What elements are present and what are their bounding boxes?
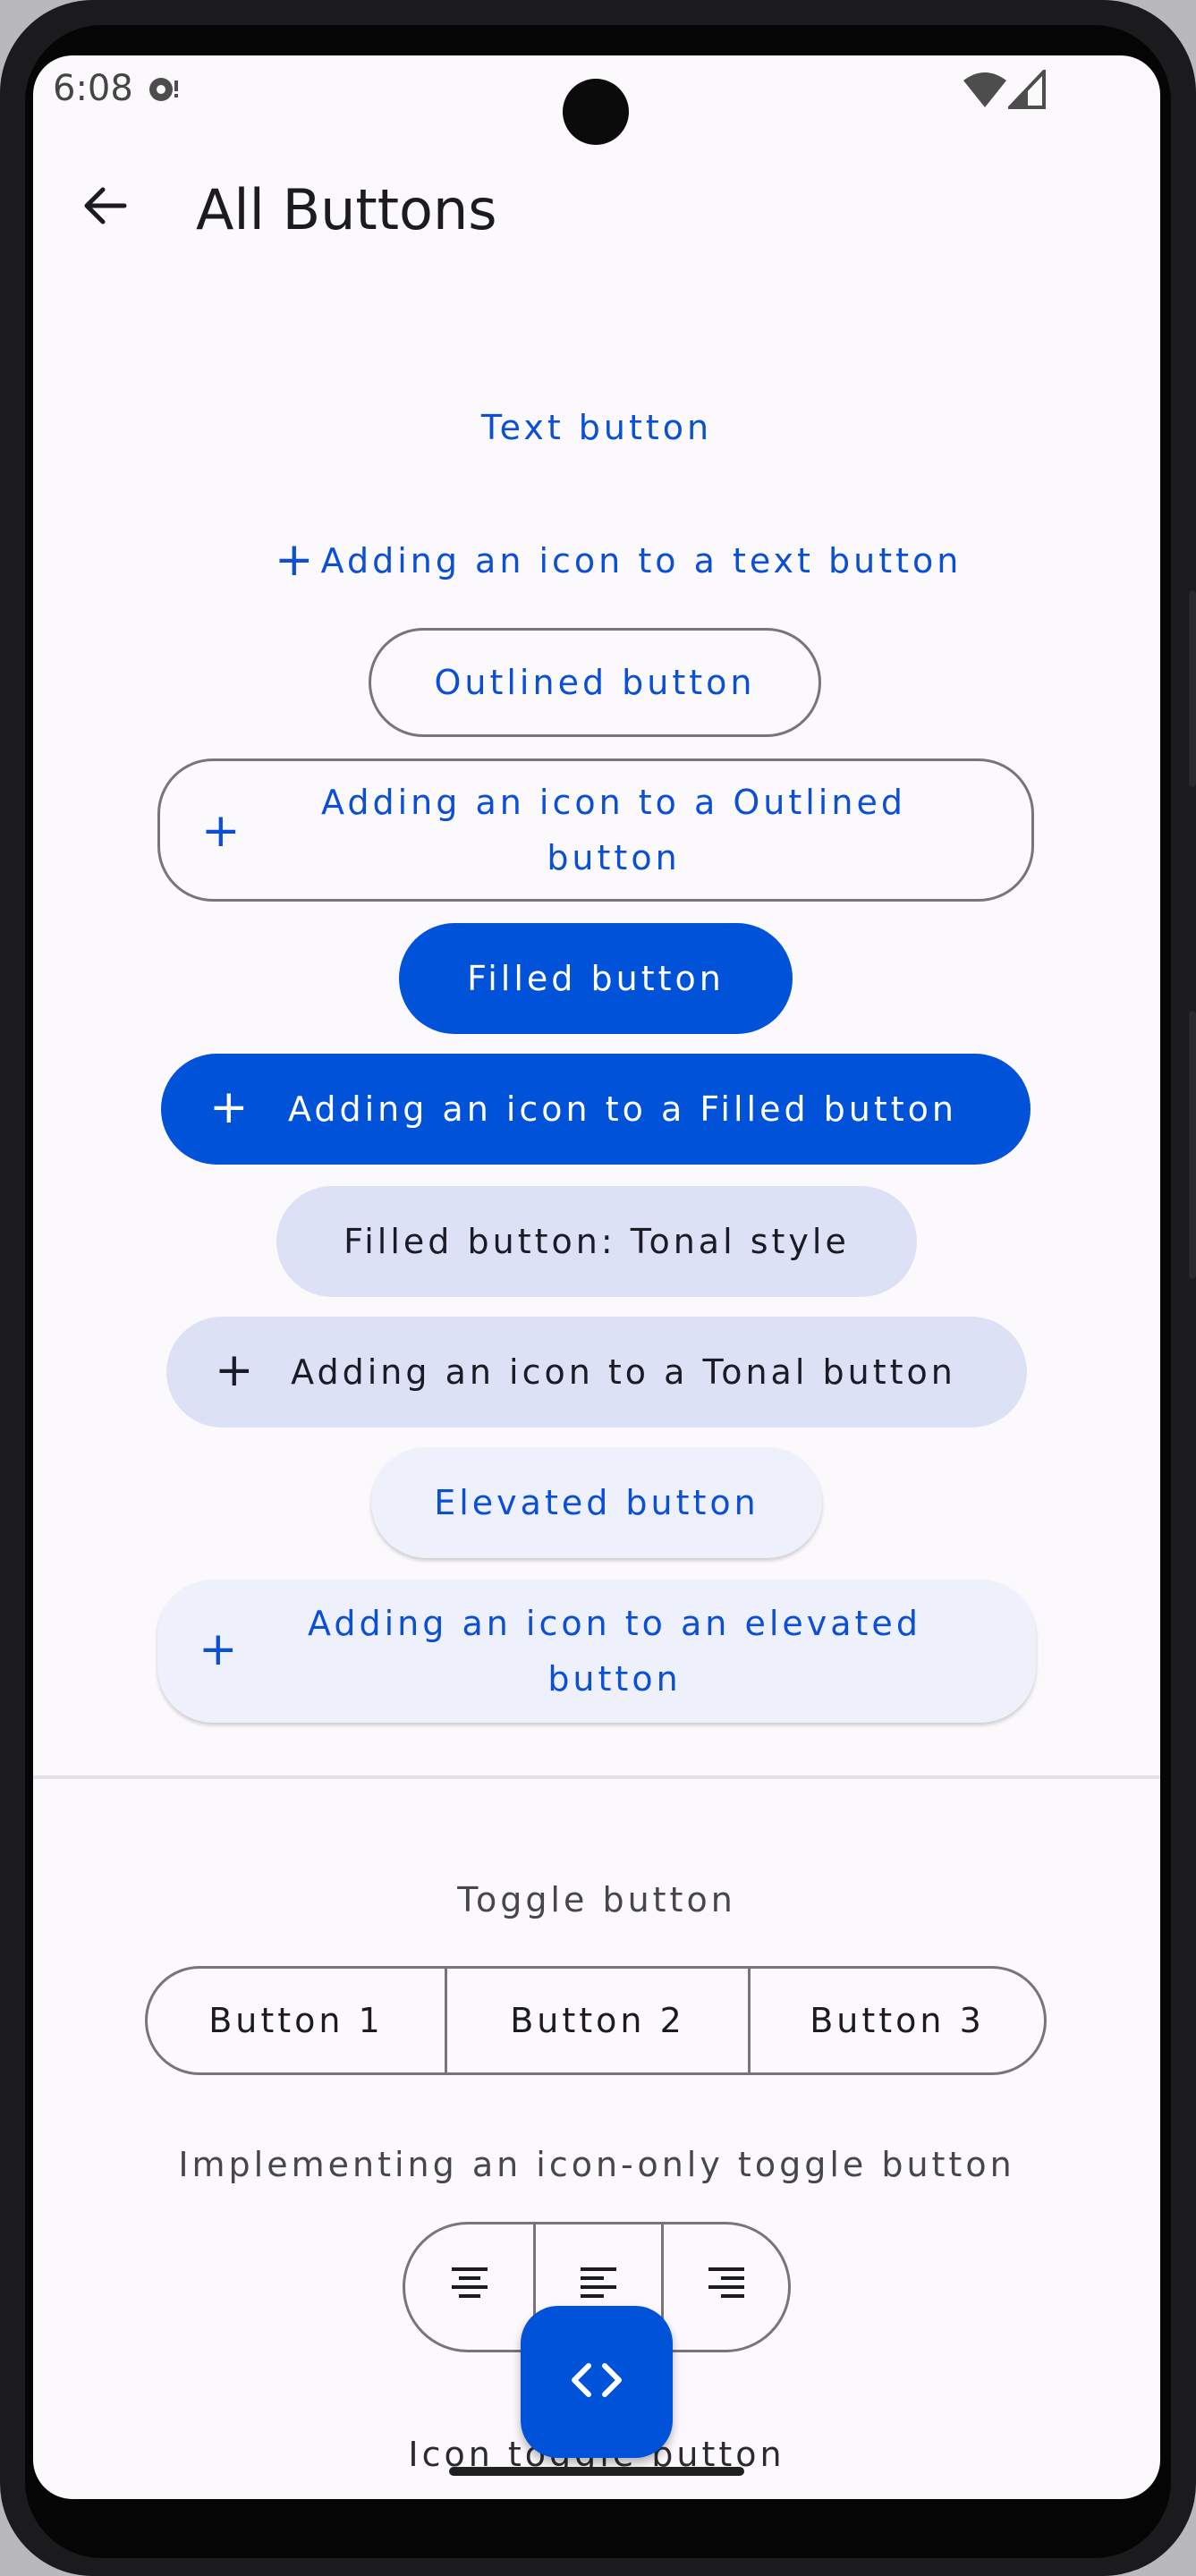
wifi-icon	[962, 72, 1008, 113]
text-icon-button[interactable]: + Adding an icon to a text button	[239, 513, 981, 608]
align-right-toggle[interactable]	[661, 2224, 788, 2350]
filled-button[interactable]: Filled button	[399, 923, 793, 1034]
outlined-icon-button-label-line1: Adding an icon to a Outlined	[321, 783, 906, 822]
add-icon: +	[275, 533, 318, 587]
outlined-icon-button[interactable]: + Adding an icon to a Outlined button	[157, 758, 1034, 902]
tonal-icon-button-label: Adding an icon to a Tonal button	[291, 1352, 956, 1392]
filled-button-label: Filled button	[467, 959, 725, 998]
top-app-bar: All Buttons	[33, 145, 1160, 270]
sync-icon	[145, 72, 181, 111]
toggle-option-button-2[interactable]: Button 2	[445, 1969, 748, 2072]
add-icon: +	[201, 804, 244, 858]
icon-toggle-section-label: Implementing an icon-only toggle button	[178, 2145, 1015, 2184]
code-fab[interactable]	[521, 2306, 673, 2458]
status-time: 6:08	[53, 68, 133, 109]
tonal-button[interactable]: Filled button: Tonal style	[276, 1186, 917, 1297]
gesture-nav-handle[interactable]	[449, 2467, 744, 2476]
volume-key	[1189, 1011, 1196, 1279]
toggle-option-button-1[interactable]: Button 1	[148, 1969, 445, 2072]
arrow-back-icon	[80, 181, 130, 234]
tonal-button-label: Filled button: Tonal style	[344, 1222, 850, 1261]
elevated-button-label: Elevated button	[434, 1483, 759, 1522]
power-key	[1189, 590, 1196, 787]
add-icon: +	[199, 1623, 242, 1676]
section-divider	[33, 1775, 1160, 1779]
screen: 6:08 All Buttons Text button + Adding an…	[33, 55, 1160, 2499]
add-icon: +	[209, 1080, 252, 1134]
cell-signal-icon	[1005, 66, 1048, 113]
format-align-left-icon	[577, 2262, 620, 2313]
tonal-icon-button[interactable]: + Adding an icon to a Tonal button	[166, 1317, 1027, 1428]
align-center-toggle[interactable]	[405, 2224, 533, 2350]
status-bar: 6:08	[33, 55, 1160, 145]
toggle-button-group: Button 1 Button 2 Button 3	[145, 1966, 1047, 2075]
outlined-button-label: Outlined button	[434, 663, 756, 702]
outlined-icon-button-label-line2: button	[547, 838, 681, 877]
device-frame: 6:08 All Buttons Text button + Adding an…	[0, 0, 1196, 2576]
elevated-icon-button-label-line1: Adding an icon to an elevated	[308, 1604, 921, 1643]
front-camera	[563, 79, 629, 145]
outlined-button[interactable]: Outlined button	[369, 628, 821, 737]
format-align-right-icon	[705, 2262, 748, 2313]
elevated-icon-button[interactable]: + Adding an icon to an elevated button	[157, 1580, 1036, 1723]
back-button[interactable]	[71, 174, 139, 242]
toggle-option-button-3[interactable]: Button 3	[748, 1969, 1044, 2072]
code-icon	[567, 2359, 626, 2405]
add-icon: +	[215, 1343, 258, 1397]
elevated-icon-button-label-line2: button	[547, 1659, 682, 1699]
format-align-center-icon	[448, 2262, 491, 2313]
text-button-label: Text button	[480, 408, 713, 447]
elevated-button[interactable]: Elevated button	[371, 1447, 822, 1558]
filled-icon-button[interactable]: + Adding an icon to a Filled button	[161, 1054, 1031, 1165]
text-button[interactable]: Text button	[462, 383, 731, 472]
text-icon-button-label: Adding an icon to a text button	[320, 541, 963, 580]
toggle-section-label: Toggle button	[457, 1880, 736, 1919]
page-title: All Buttons	[196, 177, 497, 242]
filled-icon-button-label: Adding an icon to a Filled button	[288, 1089, 957, 1129]
